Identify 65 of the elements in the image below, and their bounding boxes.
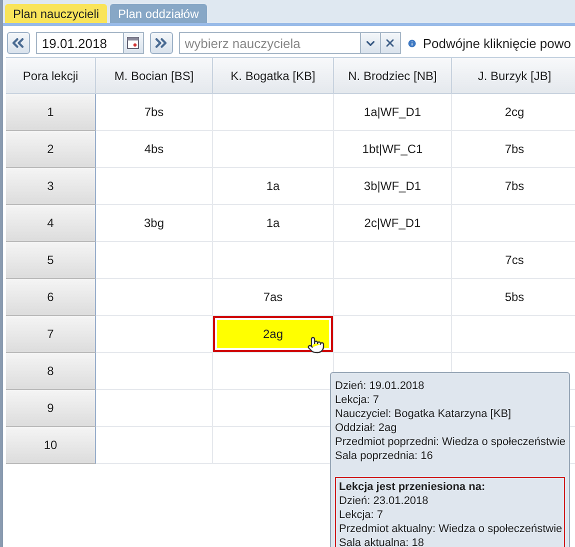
next-button[interactable] [150,32,173,54]
column-header[interactable]: Pora lekcji [6,58,96,94]
lesson-cell[interactable] [96,242,213,279]
lesson-cell[interactable] [334,279,452,316]
calendar-icon [127,37,140,49]
info-text: Podwójne kliknięcie powo [422,36,571,50]
row-header: 6 [6,279,96,316]
calendar-button[interactable] [124,32,144,54]
lesson-cell[interactable] [96,427,213,464]
lesson-cell[interactable] [334,316,452,353]
lesson-cell[interactable]: 2c|WF_D1 [334,205,452,242]
previous-button[interactable] [7,32,30,54]
lesson-cell[interactable] [96,353,213,390]
lesson-cell[interactable]: 5bs [452,279,575,316]
lesson-cell[interactable] [213,242,334,279]
lesson-cell[interactable]: 1a|WF_D1 [334,94,452,131]
tooltip-line: Oddział: 2ag [335,421,397,435]
lesson-cell[interactable] [96,279,213,316]
tooltip-line: Sala aktualna: 18 [339,536,424,547]
tooltip-line: Lekcja: 7 [335,393,380,407]
row-header: 9 [6,390,96,427]
lesson-cell[interactable]: 7bs [452,131,575,168]
tooltip-line: Sala poprzednia: 16 [335,449,433,463]
lesson-cell[interactable]: 1a [213,168,334,205]
tooltip-line: Dzień: 23.01.2018 [339,494,428,508]
tooltip-line: Przedmiot poprzedni: Wiedza o społeczeństwie [335,435,566,449]
row-header: 8 [6,353,96,390]
column-header[interactable]: N. Brodziec [NB] [334,58,452,94]
selected-lesson-cell[interactable]: 2ag [213,316,334,353]
lesson-cell[interactable]: 1bt|WF_C1 [334,131,452,168]
clear-button[interactable] [380,32,401,54]
column-header[interactable]: M. Bocian [BS] [96,58,213,94]
lesson-cell[interactable]: 4bs [96,131,213,168]
tooltip-line: Lekcja: 7 [339,508,384,522]
lesson-cell[interactable]: 7bs [96,94,213,131]
lesson-cell[interactable] [334,242,452,279]
lesson-cell[interactable] [213,131,334,168]
lesson-cell[interactable] [96,390,213,427]
lesson-cell[interactable]: 3bg [96,205,213,242]
tooltip-line: Przedmiot aktualny: Wiedza o społeczeństwie [339,522,562,536]
lesson-cell[interactable]: 7cs [452,242,575,279]
row-header: 5 [6,242,96,279]
lesson-cell[interactable] [213,94,334,131]
row-header: 4 [6,205,96,242]
dropdown-button[interactable] [360,32,381,54]
tooltip-line: Dzień: 19.01.2018 [335,379,424,393]
hand-cursor-icon [307,336,325,354]
lesson-cell[interactable]: 1a [213,205,334,242]
column-header[interactable]: J. Burzyk [JB] [452,58,575,94]
lesson-cell[interactable]: 2cg [452,94,575,131]
moved-title: Lekcja jest przeniesiona na: [339,480,486,494]
row-header: 1 [6,94,96,131]
close-icon [384,37,396,49]
tab[interactable]: Plan nauczycieli [5,4,108,23]
row-header: 3 [6,168,96,205]
lesson-cell[interactable] [96,168,213,205]
row-header: 10 [6,427,96,464]
date-field[interactable]: 19.01.2018 [36,32,124,54]
row-header: 2 [6,131,96,168]
row-header: 7 [6,316,96,353]
tooltip-line: Nauczyciel: Bogatka Katarzyna [KB] [335,407,512,421]
column-header[interactable]: K. Bogatka [KB] [213,58,334,94]
lesson-cell[interactable]: 7bs [452,168,575,205]
teacher-select-field[interactable]: wybierz nauczyciela [178,32,361,54]
lesson-cell[interactable]: 3b|WF_D1 [334,168,452,205]
